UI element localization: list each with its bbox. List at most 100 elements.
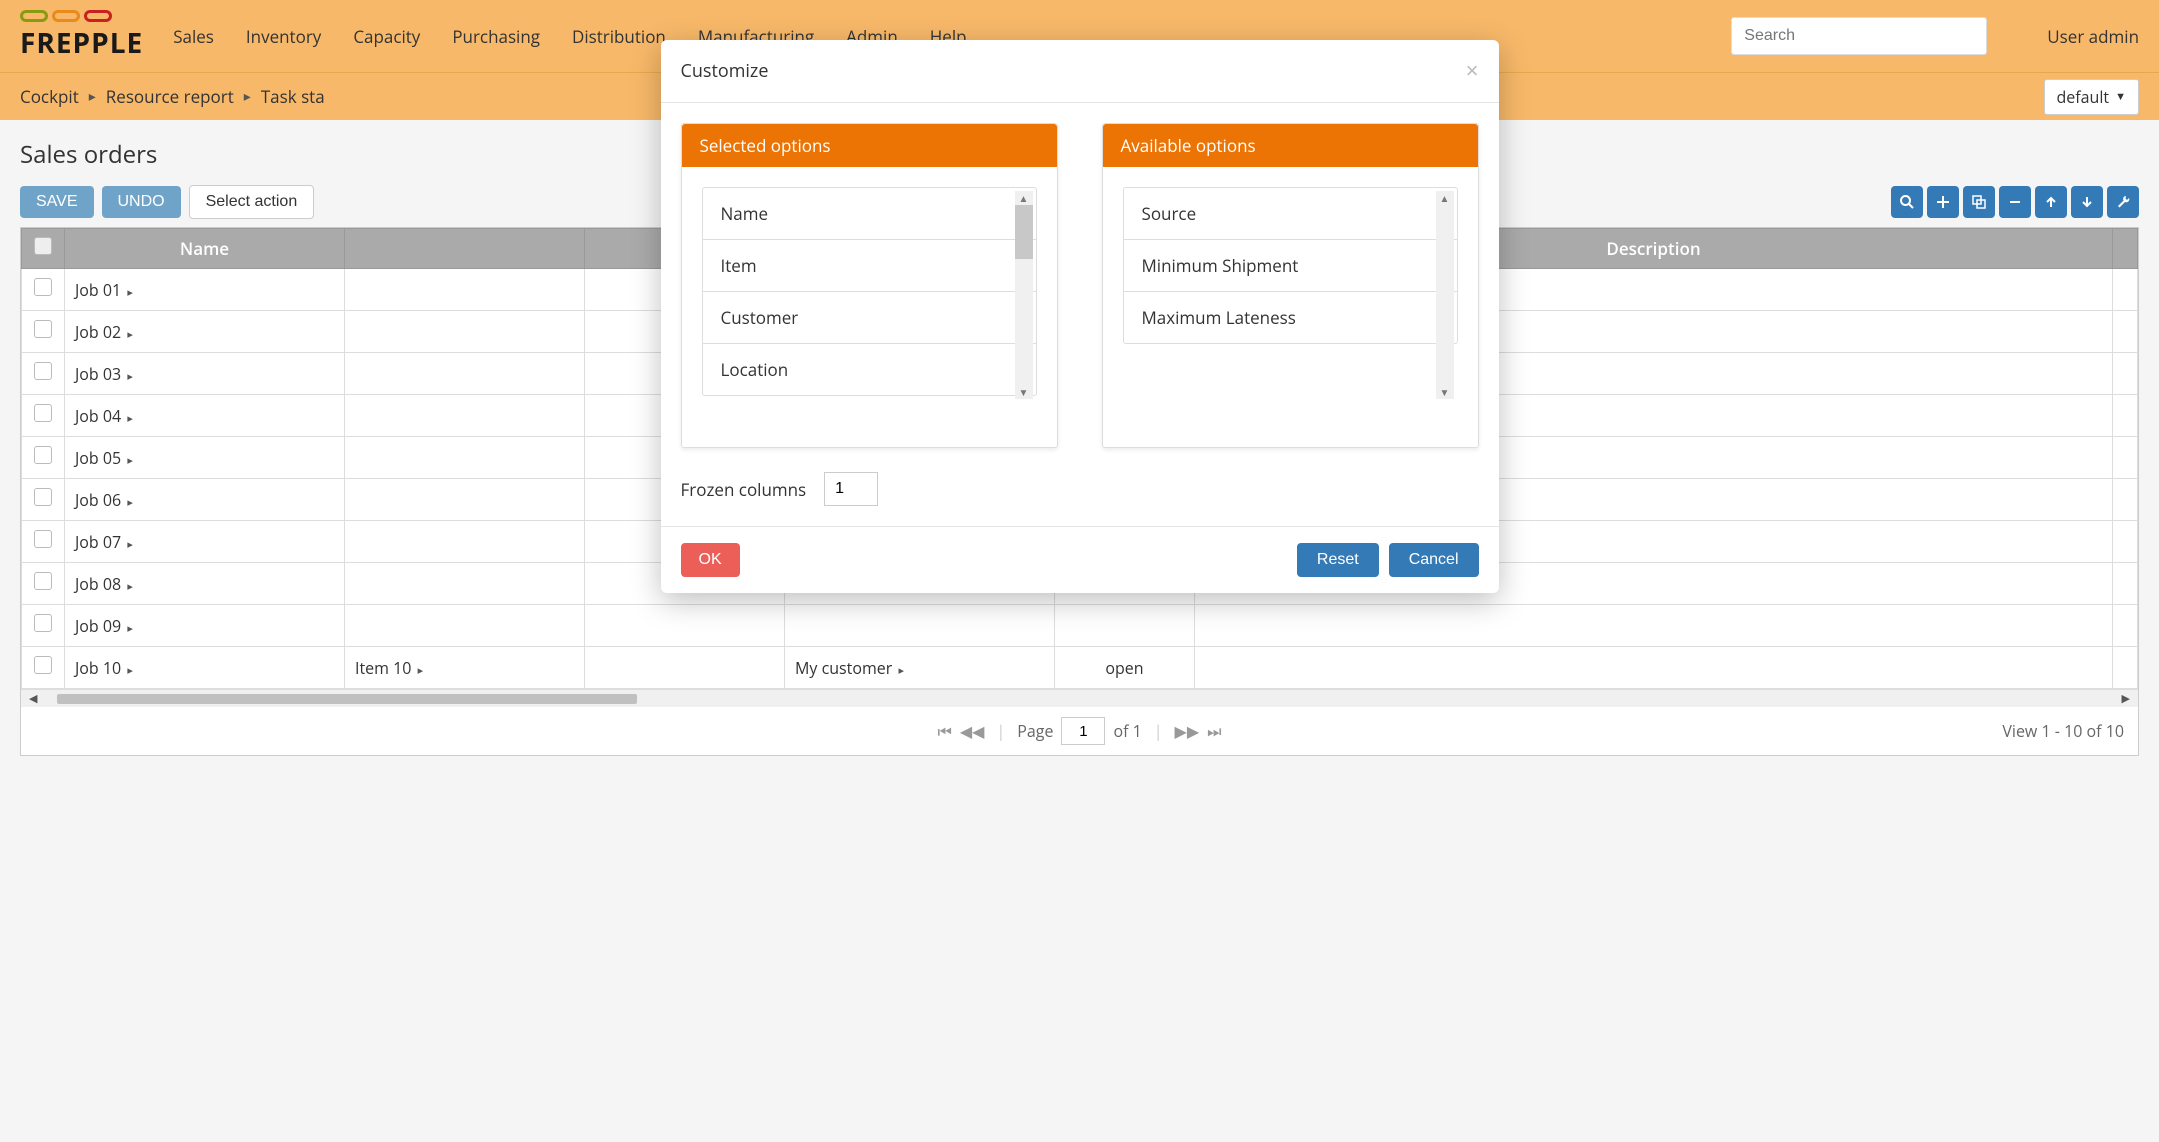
nav-capacity[interactable]: Capacity (353, 25, 420, 48)
cell-name[interactable]: Job 04 ▸ (65, 395, 345, 437)
cell-name[interactable]: Job 10 ▸ (65, 647, 345, 689)
modal-close-button[interactable]: × (1466, 58, 1479, 84)
cell-item[interactable] (345, 521, 585, 563)
cell-blank[interactable] (585, 647, 785, 689)
cell-item[interactable] (345, 269, 585, 311)
cell-status[interactable]: open (1055, 647, 1195, 689)
header-col7[interactable] (2113, 229, 2138, 269)
cell-tail[interactable] (2113, 437, 2138, 479)
cell-customer[interactable]: My customer ▸ (785, 647, 1055, 689)
row-checkbox[interactable] (34, 446, 52, 464)
select-all-checkbox[interactable] (34, 237, 52, 255)
cell-item[interactable] (345, 437, 585, 479)
pager-next-icon[interactable]: ▶▶ (1175, 720, 1200, 742)
logo[interactable]: FREPPLE (20, 10, 143, 62)
cell-tail[interactable] (2113, 353, 2138, 395)
cell-description[interactable] (1195, 605, 2113, 647)
cell-tail[interactable] (2113, 605, 2138, 647)
pager-first-icon[interactable]: ⏮ (937, 720, 951, 742)
select-action-dropdown[interactable]: Select action (189, 185, 315, 219)
copy-button[interactable] (1963, 186, 1995, 218)
search-icon-button[interactable] (1891, 186, 1923, 218)
horizontal-scrollbar[interactable]: ◀ ▶ (21, 689, 2138, 707)
reset-button[interactable]: Reset (1297, 543, 1379, 577)
add-button[interactable] (1927, 186, 1959, 218)
cell-tail[interactable] (2113, 647, 2138, 689)
row-checkbox[interactable] (34, 278, 52, 296)
pager-last-icon[interactable]: ⏭ (1207, 720, 1221, 742)
search-input[interactable] (1731, 17, 1987, 55)
cell-tail[interactable] (2113, 479, 2138, 521)
option-name[interactable]: Name (703, 188, 1036, 240)
cell-tail[interactable] (2113, 269, 2138, 311)
selected-scrollbar[interactable]: ▲ ▼ (1015, 191, 1033, 399)
row-checkbox[interactable] (34, 656, 52, 674)
cell-item[interactable] (345, 563, 585, 605)
nav-distribution[interactable]: Distribution (572, 25, 666, 48)
save-button[interactable]: SAVE (20, 186, 94, 218)
table-row[interactable]: Job 09 ▸ (22, 605, 2138, 647)
ok-button[interactable]: OK (681, 543, 740, 577)
table-row[interactable]: Job 10 ▸Item 10 ▸ My customer ▸open (22, 647, 2138, 689)
cell-item[interactable]: Item 10 ▸ (345, 647, 585, 689)
cell-tail[interactable] (2113, 563, 2138, 605)
nav-purchasing[interactable]: Purchasing (452, 25, 540, 48)
option-source[interactable]: Source (1124, 188, 1457, 240)
option-max-lateness[interactable]: Maximum Lateness (1124, 292, 1457, 343)
nav-sales[interactable]: Sales (173, 25, 214, 48)
download-button[interactable] (2071, 186, 2103, 218)
option-location[interactable]: Location (703, 344, 1036, 395)
breadcrumb-resource-report[interactable]: Resource report (106, 85, 234, 108)
row-checkbox[interactable] (34, 320, 52, 338)
cell-item[interactable] (345, 395, 585, 437)
breadcrumb-task[interactable]: Task sta (261, 85, 325, 108)
scroll-thumb[interactable] (57, 694, 637, 704)
row-checkbox[interactable] (34, 404, 52, 422)
pager-page-input[interactable] (1061, 717, 1105, 745)
undo-button[interactable]: UNDO (102, 186, 181, 218)
option-item[interactable]: Item (703, 240, 1036, 292)
cell-description[interactable] (1195, 647, 2113, 689)
cancel-button[interactable]: Cancel (1389, 543, 1479, 577)
cell-status[interactable] (1055, 605, 1195, 647)
selected-scroll-thumb[interactable] (1015, 205, 1033, 259)
cell-tail[interactable] (2113, 311, 2138, 353)
cell-name[interactable]: Job 01 ▸ (65, 269, 345, 311)
available-scrollbar[interactable]: ▲ ▼ (1436, 191, 1454, 399)
breadcrumb-cockpit[interactable]: Cockpit (20, 85, 79, 108)
row-checkbox[interactable] (34, 530, 52, 548)
cell-item[interactable] (345, 353, 585, 395)
cell-name[interactable]: Job 09 ▸ (65, 605, 345, 647)
plus-icon (1936, 195, 1950, 209)
cell-name[interactable]: Job 02 ▸ (65, 311, 345, 353)
row-checkbox[interactable] (34, 488, 52, 506)
option-customer[interactable]: Customer (703, 292, 1036, 344)
cell-name[interactable]: Job 03 ▸ (65, 353, 345, 395)
nav-inventory[interactable]: Inventory (246, 25, 321, 48)
cell-name[interactable]: Job 06 ▸ (65, 479, 345, 521)
cell-name[interactable]: Job 05 ▸ (65, 437, 345, 479)
scenario-dropdown[interactable]: default ▼ (2044, 79, 2140, 115)
pager-prev-icon[interactable]: ◀◀ (960, 720, 985, 742)
cell-item[interactable] (345, 311, 585, 353)
row-checkbox[interactable] (34, 572, 52, 590)
customize-button[interactable] (2107, 186, 2139, 218)
row-checkbox[interactable] (34, 614, 52, 632)
header-name[interactable]: Name (65, 229, 345, 269)
user-label[interactable]: User admin (2047, 25, 2139, 48)
cell-tail[interactable] (2113, 395, 2138, 437)
cell-blank[interactable] (585, 605, 785, 647)
frozen-columns-input[interactable] (824, 472, 878, 506)
cell-name[interactable]: Job 07 ▸ (65, 521, 345, 563)
pager: ⏮ ◀◀ | Page of 1 | ▶▶ ⏭ View 1 - 10 of 1… (21, 707, 2138, 755)
row-checkbox[interactable] (34, 362, 52, 380)
cell-item[interactable] (345, 605, 585, 647)
delete-button[interactable] (1999, 186, 2031, 218)
cell-customer[interactable] (785, 605, 1055, 647)
header-col2[interactable] (345, 229, 585, 269)
cell-name[interactable]: Job 08 ▸ (65, 563, 345, 605)
cell-item[interactable] (345, 479, 585, 521)
cell-tail[interactable] (2113, 521, 2138, 563)
option-min-shipment[interactable]: Minimum Shipment (1124, 240, 1457, 292)
upload-button[interactable] (2035, 186, 2067, 218)
